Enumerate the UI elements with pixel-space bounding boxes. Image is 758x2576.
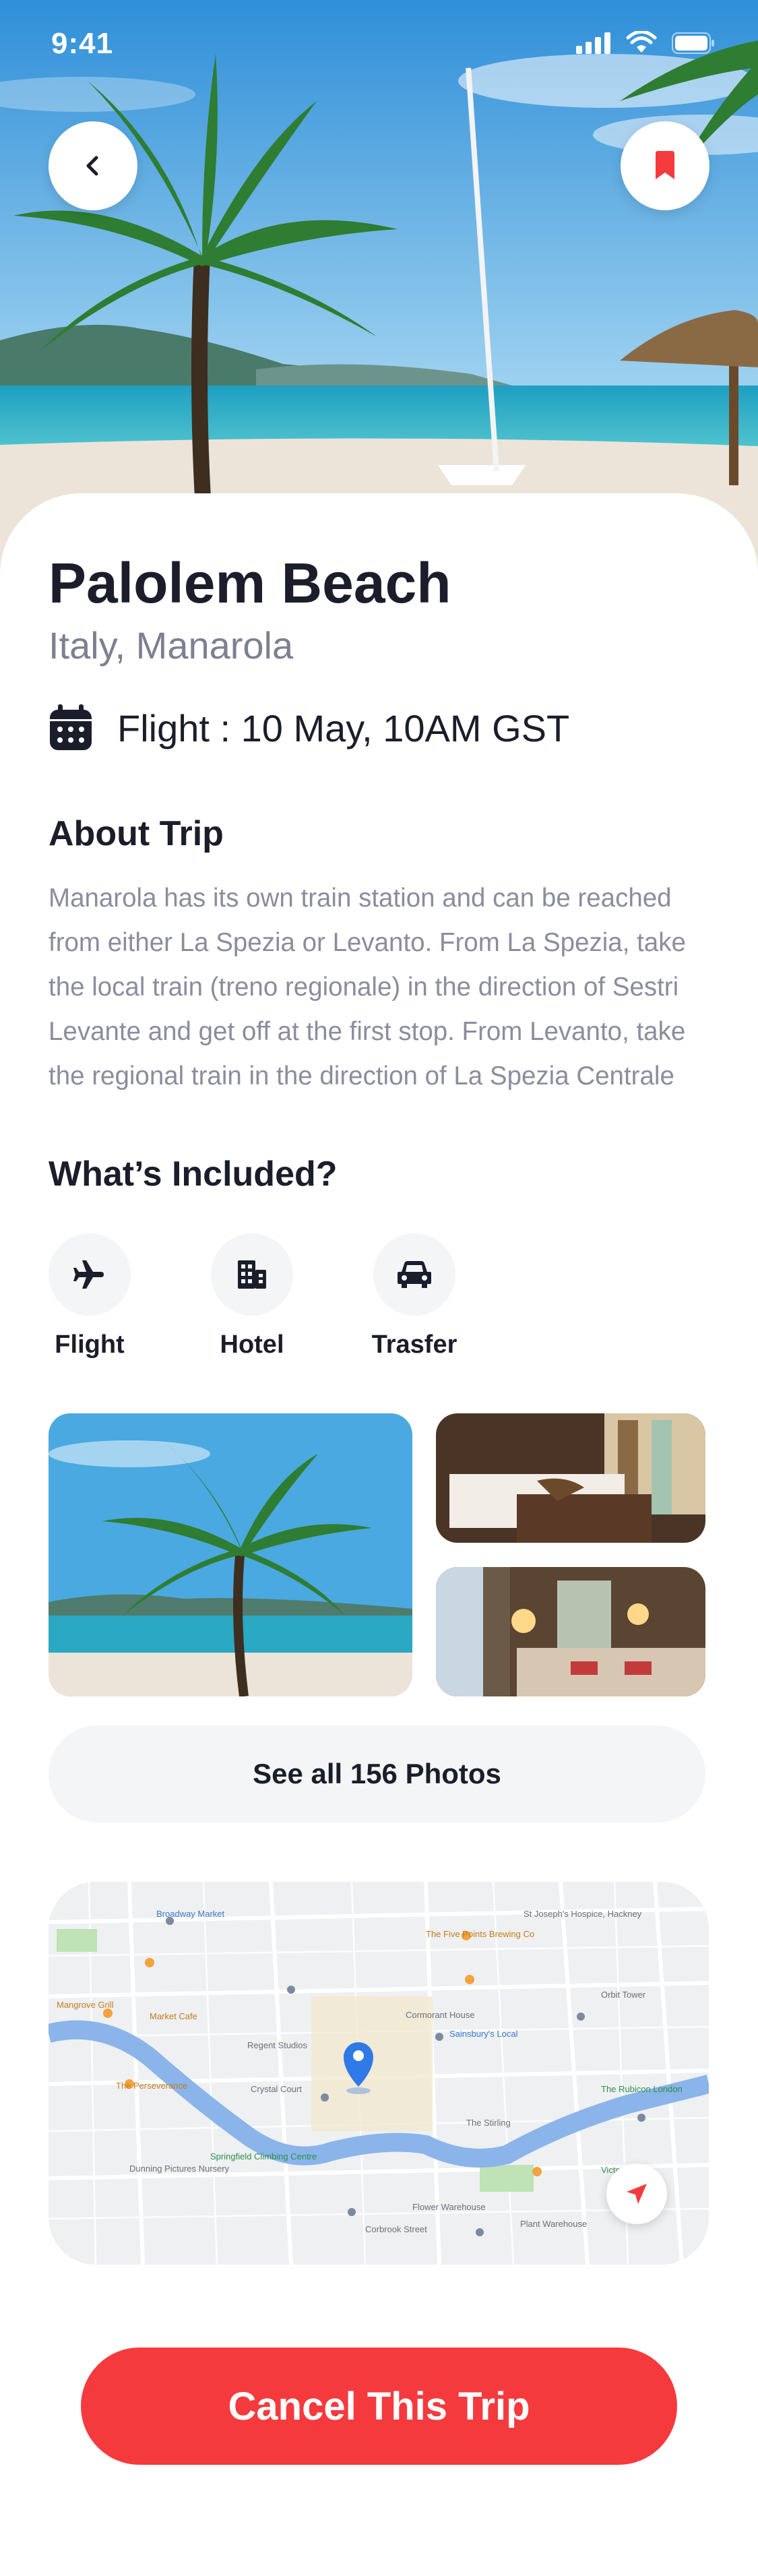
- navigate-button[interactable]: [606, 2164, 667, 2224]
- included-circle: [373, 1233, 455, 1316]
- photo-bedroom-1[interactable]: [436, 1413, 705, 1543]
- about-description: Manarola has its own train station and c…: [49, 884, 686, 1091]
- included-label: Trasfer: [371, 1330, 457, 1359]
- map-label: Plant Warehouse: [520, 2219, 588, 2229]
- map-label: Crystal Court: [251, 2084, 302, 2094]
- map-label: Sainsbury's Local: [449, 2029, 518, 2039]
- bookmark-icon: [656, 151, 674, 179]
- map-label: The Rubicon London: [601, 2084, 683, 2094]
- included-item-transfer[interactable]: Trasfer: [360, 1233, 468, 1359]
- airplane-icon: [73, 1260, 104, 1289]
- flight-text: Flight : 10 May, 10AM GST: [117, 706, 570, 749]
- map-label: Corbrook Street: [365, 2224, 427, 2234]
- included-item-flight[interactable]: Flight: [36, 1233, 144, 1359]
- included-label: Flight: [55, 1330, 125, 1359]
- navigation-arrow-icon: [627, 2184, 647, 2204]
- status-bar: 9:41: [0, 0, 758, 88]
- map-label: The Perseverance: [116, 2081, 188, 2091]
- included-label: Hotel: [220, 1330, 284, 1359]
- see-all-photos-button[interactable]: See all 156 Photos: [49, 1725, 705, 1822]
- bookmark-button[interactable]: [621, 121, 709, 210]
- included-items: Flight Hotel Trasfer: [49, 1233, 520, 1368]
- signal-icon: [576, 32, 610, 54]
- trip-title: Palolem Beach: [49, 551, 451, 615]
- chevron-left-icon: [86, 156, 98, 176]
- included-circle: [49, 1233, 131, 1316]
- map-label: St Joseph's Hospice, Hackney: [524, 1909, 642, 1919]
- map-label: Mangrove Grill: [57, 2000, 114, 2010]
- photo-bedroom-2[interactable]: [436, 1567, 705, 1696]
- status-icons: [576, 31, 715, 54]
- map-label: Dunning Pictures Nursery: [129, 2164, 230, 2174]
- photo-beach[interactable]: [49, 1413, 412, 1696]
- map-label: Market Cafe: [150, 2011, 197, 2021]
- car-icon: [398, 1261, 431, 1288]
- back-button[interactable]: [49, 121, 137, 210]
- included-heading: What’s Included?: [49, 1155, 338, 1194]
- trip-location: Italy, Manarola: [49, 624, 294, 667]
- map-label: Regent Studios: [247, 2040, 307, 2050]
- building-icon: [238, 1260, 266, 1289]
- map-label: Cormorant House: [406, 2010, 475, 2020]
- included-circle: [211, 1233, 293, 1316]
- battery-icon: [672, 32, 714, 54]
- map-label: Springfield Climbing Centre: [210, 2151, 317, 2161]
- map-label: The Five Points Brewing Co: [426, 1929, 535, 1939]
- map-label: Orbit Tower: [601, 1990, 646, 2000]
- cancel-trip-button[interactable]: Cancel This Trip: [81, 2348, 677, 2465]
- flight-info: Flight : 10 May, 10AM GST: [49, 704, 569, 752]
- map-label: The Stirling: [466, 2118, 511, 2128]
- map-label: Flower Warehouse: [412, 2202, 486, 2212]
- about-heading: About Trip: [49, 814, 224, 853]
- included-item-hotel[interactable]: Hotel: [198, 1233, 306, 1359]
- map-label: Broadway Market: [156, 1909, 225, 1919]
- wifi-icon: [626, 31, 657, 53]
- calendar-icon: [50, 704, 92, 750]
- status-time: 9:41: [51, 27, 114, 60]
